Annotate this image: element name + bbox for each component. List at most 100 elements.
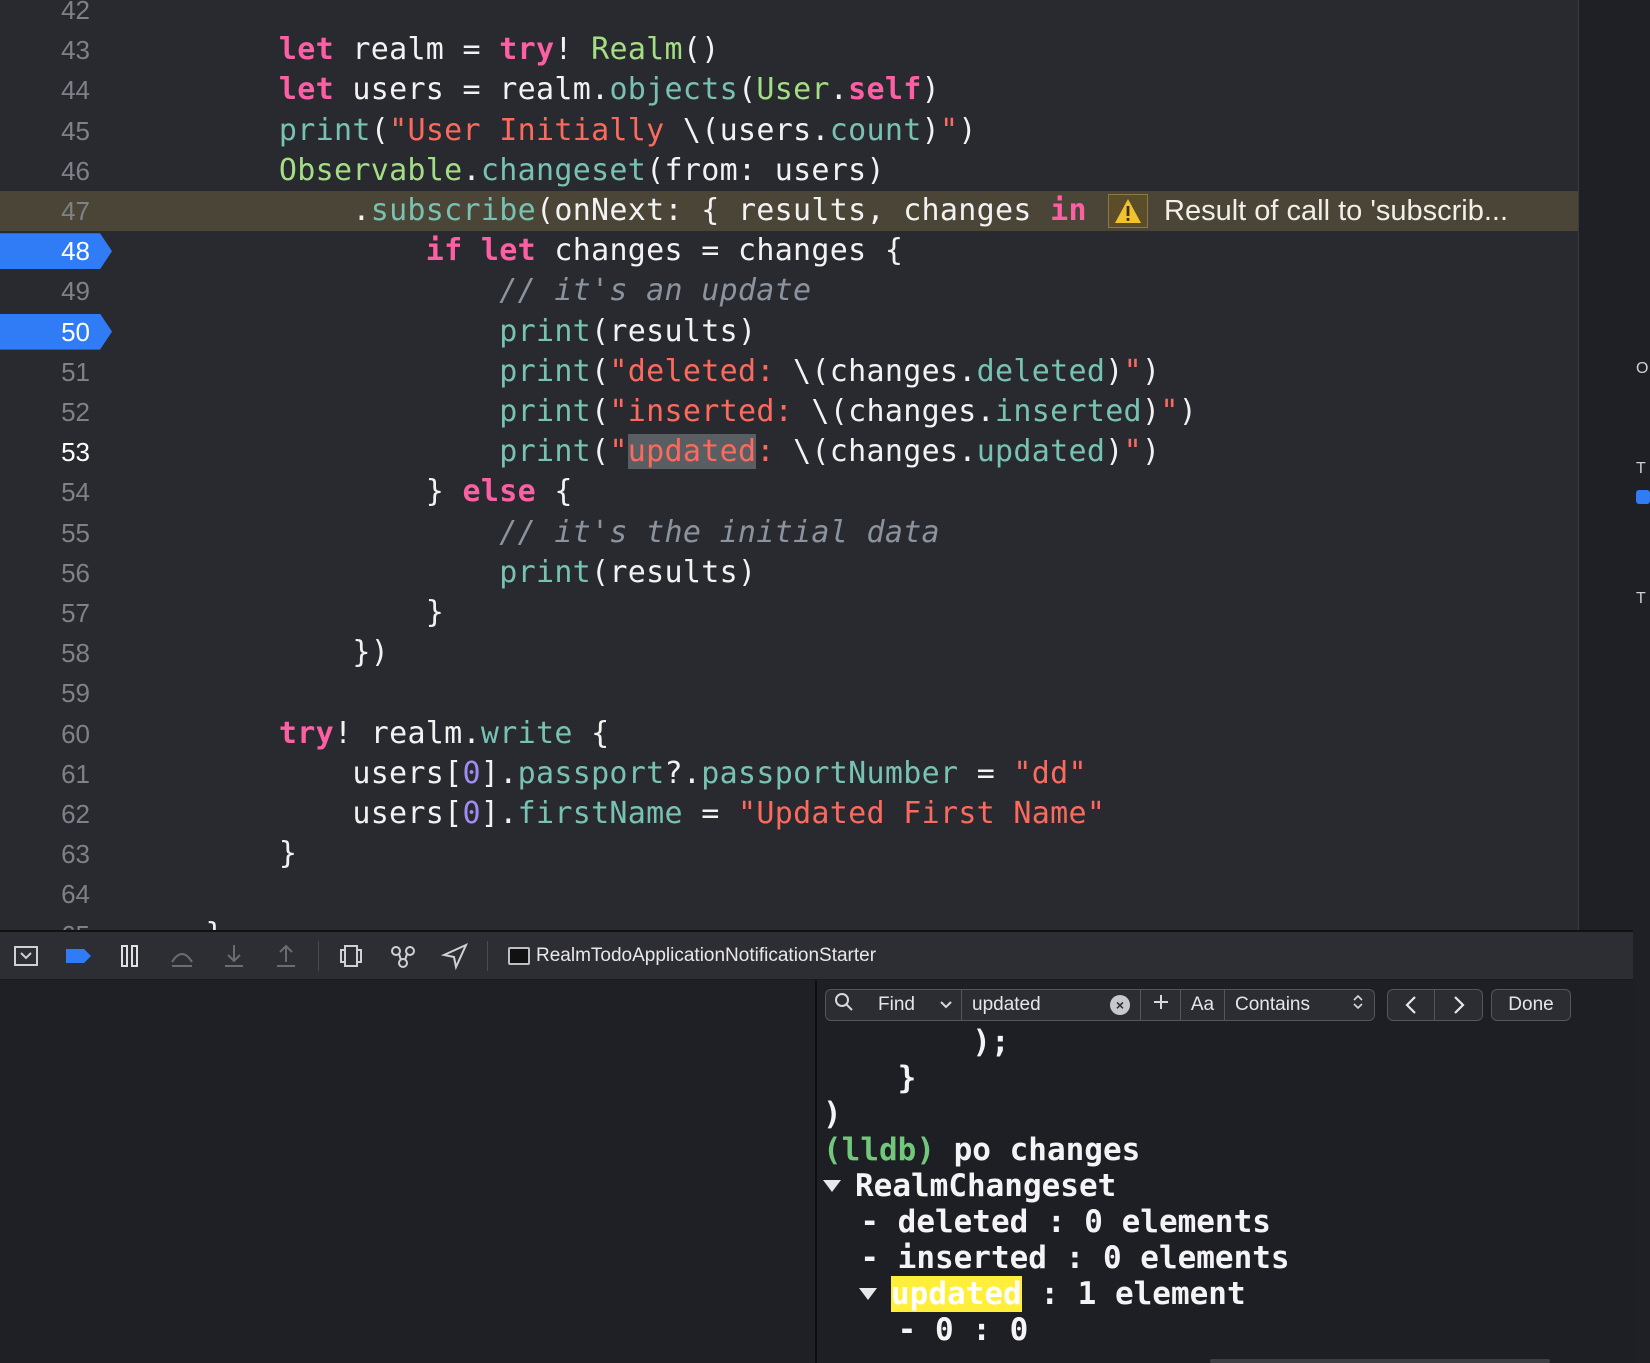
code-line[interactable]: 42: [0, 0, 1578, 30]
code-line[interactable]: 51 print("deleted: \(changes.deleted)"): [0, 352, 1578, 392]
simulate-location-icon[interactable]: [429, 936, 481, 976]
view-hierarchy-icon[interactable]: [325, 936, 377, 976]
code-line[interactable]: 49 // it's an update: [0, 271, 1578, 311]
code-token: 0: [462, 755, 481, 791]
previous-match-button[interactable]: [1387, 989, 1435, 1021]
line-number[interactable]: 42: [0, 0, 90, 30]
line-number[interactable]: 54: [0, 472, 90, 512]
code-line[interactable]: 58 }): [0, 633, 1578, 673]
code-line[interactable]: 57 }: [0, 593, 1578, 633]
disclosure-triangle-icon[interactable]: [823, 1180, 841, 1192]
code-text: print("deleted: \(changes.deleted)"): [132, 352, 1160, 392]
code-line[interactable]: 55 // it's the initial data: [0, 513, 1578, 553]
line-number[interactable]: 59: [0, 673, 90, 713]
console-text: po changes: [934, 1132, 1141, 1168]
line-number[interactable]: 49: [0, 271, 90, 311]
code-line[interactable]: 63 }: [0, 834, 1578, 874]
match-mode-selector[interactable]: Contains: [1225, 989, 1375, 1021]
code-line[interactable]: 43 let realm = try! Realm(): [0, 30, 1578, 70]
code-token: }: [132, 474, 463, 510]
line-number[interactable]: 47: [0, 191, 90, 231]
code-line[interactable]: 50 print(results): [0, 312, 1578, 352]
line-number[interactable]: 57: [0, 593, 90, 633]
code-token: User: [756, 72, 830, 108]
code-token: // it's an update: [499, 273, 812, 309]
console-line: (lldb) po changes: [823, 1132, 1290, 1168]
code-line[interactable]: 46 Observable.changeset(from: users): [0, 151, 1578, 191]
code-token: users = realm.: [334, 72, 610, 108]
code-token: ): [1141, 353, 1161, 389]
breakpoints-toggle-icon[interactable]: [52, 936, 104, 976]
line-number[interactable]: 61: [0, 754, 90, 794]
code-line[interactable]: 53 print("updated: \(changes.updated)"): [0, 432, 1578, 472]
line-number[interactable]: 55: [0, 513, 90, 553]
done-button[interactable]: Done: [1491, 989, 1571, 1021]
code-line[interactable]: 56 print(results): [0, 553, 1578, 593]
code-line[interactable]: 54 } else {: [0, 472, 1578, 512]
line-number[interactable]: 45: [0, 111, 90, 151]
next-match-button[interactable]: [1435, 989, 1483, 1021]
line-number[interactable]: 62: [0, 794, 90, 834]
add-pattern-button[interactable]: [1141, 989, 1181, 1021]
code-line[interactable]: 52 print("inserted: \(changes.inserted)"…: [0, 392, 1578, 432]
code-line[interactable]: 45 print("User Initially \(users.count)"…: [0, 111, 1578, 151]
line-number[interactable]: 56: [0, 553, 90, 593]
find-input[interactable]: updated ×: [961, 989, 1141, 1021]
clear-search-icon[interactable]: ×: [1110, 995, 1130, 1015]
step-over-icon[interactable]: [156, 936, 208, 976]
chevron-left-icon: [1405, 996, 1416, 1014]
code-token: .: [829, 72, 849, 108]
line-number[interactable]: 44: [0, 70, 90, 110]
code-line[interactable]: 44 let users = realm.objects(User.self): [0, 70, 1578, 110]
console-text: ): [823, 1096, 842, 1132]
code-line[interactable]: 61 users[0].passport?.passportNumber = "…: [0, 754, 1578, 794]
code-line[interactable]: 59: [0, 673, 1578, 713]
line-number[interactable]: 63: [0, 834, 90, 874]
step-out-icon[interactable]: [260, 936, 312, 976]
code-text: }): [132, 633, 389, 673]
line-number[interactable]: 58: [0, 633, 90, 673]
code-line[interactable]: 60 try! realm.write {: [0, 714, 1578, 754]
code-token: print: [278, 112, 371, 148]
code-token: changeset: [480, 152, 647, 188]
code-line[interactable]: 65 }: [0, 915, 1578, 930]
line-number[interactable]: 52: [0, 392, 90, 432]
line-number[interactable]: 64: [0, 874, 90, 914]
pause-icon[interactable]: [104, 936, 156, 976]
hide-debug-area-icon[interactable]: [0, 936, 52, 976]
line-number[interactable]: 43: [0, 30, 90, 70]
match-case-button[interactable]: Aa: [1181, 989, 1225, 1021]
code-line[interactable]: 64: [0, 874, 1578, 914]
code-text: print("inserted: \(changes.inserted)"): [132, 392, 1197, 432]
horizontal-scrollbar[interactable]: [1210, 1359, 1550, 1363]
console-text: - deleted : 0 elements: [823, 1204, 1271, 1240]
debug-console[interactable]: Find updated × Aa Contains Done);}) (…: [817, 980, 1633, 1363]
line-number[interactable]: 65: [0, 915, 90, 930]
code-token: ].: [480, 796, 518, 831]
line-number[interactable]: 48: [0, 231, 90, 271]
code-line[interactable]: 62 users[0].firstName = "Updated First N…: [0, 794, 1578, 834]
step-into-icon[interactable]: [208, 936, 260, 976]
line-number[interactable]: 60: [0, 714, 90, 754]
memory-graph-icon[interactable]: [377, 936, 429, 976]
line-number[interactable]: 46: [0, 151, 90, 191]
process-target-label[interactable]: RealmTodoApplicationNotificationStarter: [536, 945, 876, 967]
code-token: }: [132, 917, 224, 930]
code-token: (results): [591, 313, 757, 349]
code-line[interactable]: 48 if let changes = changes {: [0, 231, 1578, 271]
code-token: (results): [591, 554, 757, 590]
find-mode-selector[interactable]: Find: [825, 989, 961, 1021]
warning-annotation[interactable]: Result of call to 'subscrib...: [1108, 192, 1508, 230]
search-icon: [834, 992, 854, 1018]
variables-view[interactable]: [0, 980, 815, 1363]
line-number[interactable]: 50: [0, 312, 90, 352]
inspector-checkbox[interactable]: [1636, 490, 1650, 504]
line-number[interactable]: 51: [0, 352, 90, 392]
source-editor[interactable]: 42 43 let realm = try! Realm() 44 let user…: [0, 0, 1578, 930]
code-token: let: [480, 233, 536, 269]
code-token: ): [921, 112, 940, 148]
console-line: - deleted : 0 elements: [823, 1204, 1290, 1240]
disclosure-triangle-icon[interactable]: [859, 1288, 877, 1300]
line-number[interactable]: 53: [0, 432, 90, 472]
code-text: }: [132, 593, 444, 633]
